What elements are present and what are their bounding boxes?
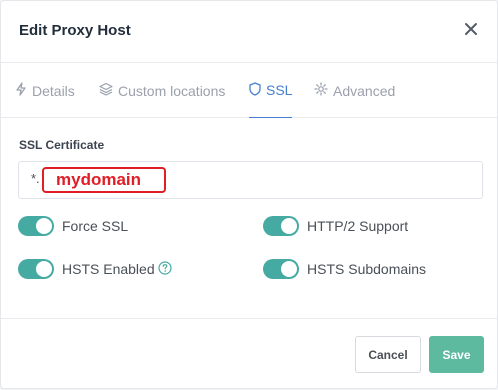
dialog-footer: Cancel Save bbox=[1, 318, 497, 390]
dialog-title: Edit Proxy Host bbox=[19, 22, 131, 39]
gear-icon bbox=[314, 82, 333, 99]
force-ssl-toggle-row: Force SSL bbox=[18, 216, 128, 236]
toggle-knob bbox=[36, 261, 52, 277]
tab-details[interactable]: Details bbox=[15, 63, 75, 118]
hsts-subdomains-toggle-row: HSTS Subdomains bbox=[263, 259, 426, 279]
help-icon[interactable] bbox=[158, 260, 172, 278]
close-icon[interactable] bbox=[463, 21, 479, 37]
force-ssl-toggle[interactable] bbox=[18, 216, 54, 236]
hsts-enabled-toggle[interactable] bbox=[18, 259, 54, 279]
bolt-icon bbox=[15, 82, 32, 99]
ssl-certificate-label: SSL Certificate bbox=[19, 138, 105, 152]
force-ssl-label: Force SSL bbox=[62, 218, 129, 234]
hsts-subdomains-toggle[interactable] bbox=[263, 259, 299, 279]
toggle-knob bbox=[281, 261, 297, 277]
save-button[interactable]: Save bbox=[429, 336, 484, 373]
certificate-domain-highlight: mydomain bbox=[42, 167, 166, 193]
toggle-knob bbox=[36, 218, 52, 234]
ssl-certificate-select[interactable]: *. mydomain bbox=[18, 161, 483, 199]
hsts-enabled-label: HSTS Enabled bbox=[62, 261, 155, 277]
hsts-subdomains-label: HSTS Subdomains bbox=[307, 261, 427, 277]
http2-support-toggle-row: HTTP/2 Support bbox=[263, 216, 408, 236]
cancel-button[interactable]: Cancel bbox=[355, 336, 421, 373]
hsts-enabled-toggle-row: HSTS Enabled bbox=[18, 259, 172, 279]
tab-details-label: Details bbox=[32, 82, 75, 99]
tab-advanced[interactable]: Advanced bbox=[314, 63, 395, 118]
http2-support-toggle[interactable] bbox=[263, 216, 299, 236]
layers-icon bbox=[99, 82, 118, 99]
tab-bar: Details Custom locations SSL Advanced bbox=[1, 63, 497, 118]
edit-proxy-host-dialog: Edit Proxy Host Details Custom locations… bbox=[0, 0, 498, 389]
certificate-prefix: *. bbox=[31, 171, 40, 186]
tab-advanced-label: Advanced bbox=[333, 82, 396, 99]
shield-icon bbox=[249, 81, 266, 99]
tab-ssl[interactable]: SSL bbox=[249, 63, 293, 118]
tab-custom-locations[interactable]: Custom locations bbox=[99, 63, 225, 118]
dialog-header: Edit Proxy Host bbox=[1, 1, 497, 63]
http2-support-label: HTTP/2 Support bbox=[307, 218, 409, 234]
toggle-knob bbox=[281, 218, 297, 234]
tab-ssl-label: SSL bbox=[266, 82, 293, 98]
tab-custom-locations-label: Custom locations bbox=[118, 82, 226, 99]
